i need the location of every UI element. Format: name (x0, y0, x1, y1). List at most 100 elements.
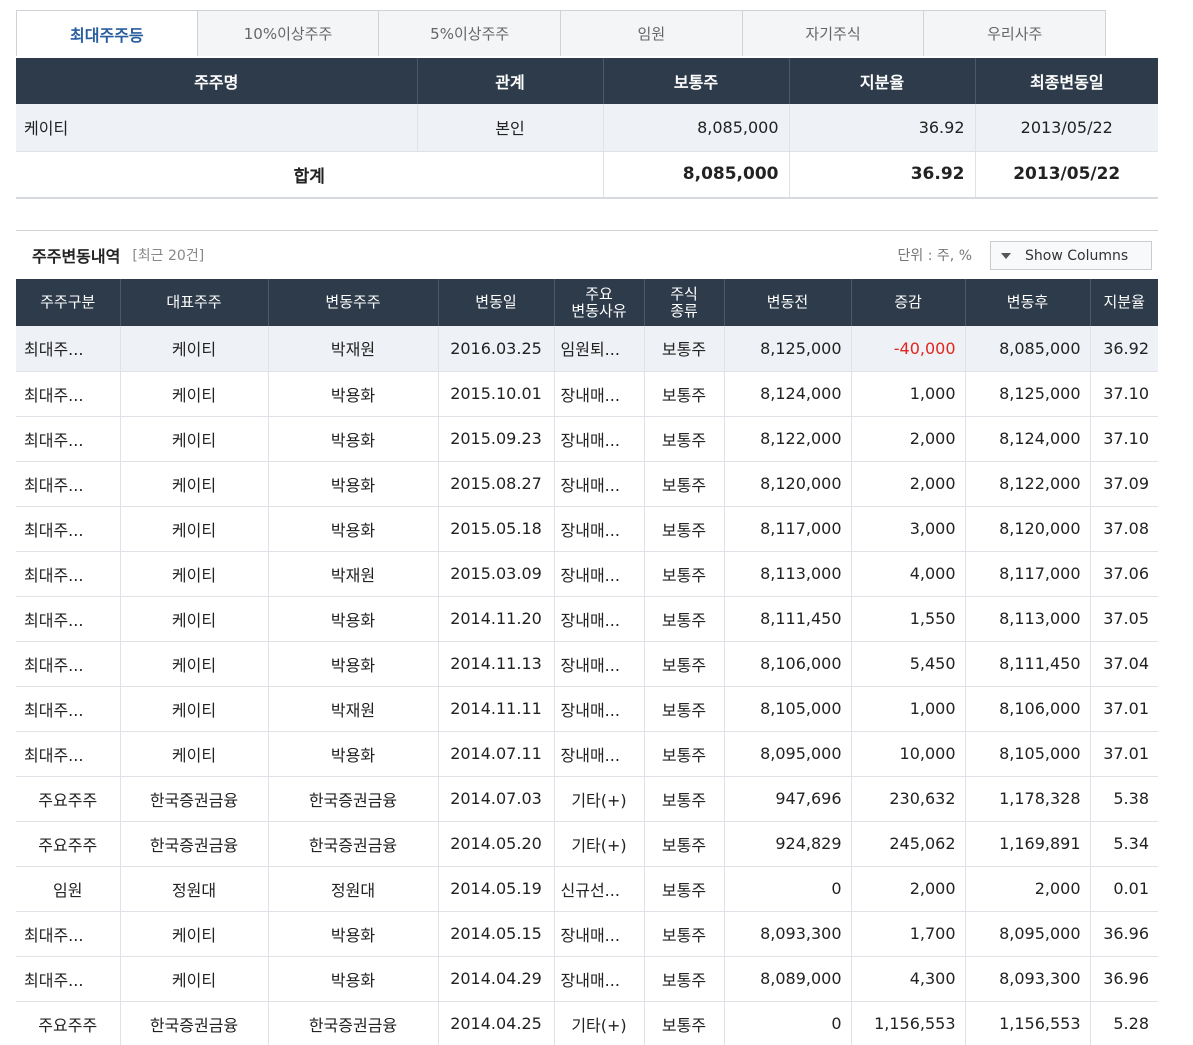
total-date: 2013/05/22 (974, 151, 1158, 199)
change-reason: 장내매... (553, 731, 644, 777)
shares-after: 1,178,328 (964, 775, 1090, 822)
ratio: 37.05 (1089, 596, 1158, 642)
shares-after: 1,156,553 (964, 1001, 1090, 1045)
change-reason: 장내매... (553, 371, 644, 417)
shares-delta: 1,550 (850, 596, 965, 642)
shareholder-type: 주요주주 (16, 821, 120, 867)
stock-type: 보통주 (643, 416, 724, 462)
stock-type: 보통주 (643, 461, 724, 507)
stock-type: 보통주 (643, 371, 724, 417)
changes-header-row: 주주구분 대표주주 변동주주 변동일 주요 변동사유 주식 종류 변동전 증감 변동후 지분율 (16, 279, 1158, 326)
tab-employee-stock[interactable]: 우리사주 (924, 10, 1107, 56)
changed-holder: 박용화 (267, 641, 438, 687)
stock-type: 보통주 (643, 506, 724, 552)
shares-before: 0 (723, 1001, 851, 1045)
change-date: 2014.04.29 (437, 956, 554, 1002)
ratio: 37.01 (1089, 686, 1158, 732)
shares-delta: 4,000 (850, 550, 965, 597)
relation: 본인 (416, 104, 603, 152)
ratio: 36.92 (1089, 326, 1158, 372)
changed-holder: 박재원 (267, 686, 438, 732)
table-row: 주요주주 한국증권금융 한국증권금융 2014.05.20 기타(+) 보통주 924,82… (16, 821, 1158, 867)
shareholder-type: 최대주... (16, 686, 120, 732)
changed-holder: 한국증권금융 (267, 775, 438, 822)
shareholder-type: 최대주... (16, 326, 120, 372)
total-ratio: 36.92 (788, 151, 975, 199)
shares-after: 2,000 (964, 866, 1090, 912)
table-row: 최대주... 케이티 박용화 2015.09.23 장내매... 보통주 8,122,000… (16, 416, 1158, 462)
shareholder-type: 최대주... (16, 416, 120, 462)
last-change-date: 2013/05/22 (974, 104, 1158, 152)
ratio: 37.10 (1089, 416, 1158, 462)
change-reason: 기타(+) (553, 775, 644, 822)
representative: 케이티 (119, 371, 268, 417)
tab-treasury-stock[interactable]: 자기주식 (742, 10, 925, 56)
recent-count: [최근 20건] (132, 247, 205, 264)
change-reason: 장내매... (553, 956, 644, 1002)
tab-major-shareholders[interactable]: 최대주주등 (16, 10, 198, 56)
shares-before: 0 (723, 866, 851, 912)
representative: 한국증권금융 (119, 1001, 268, 1045)
shareholder-type: 최대주... (16, 596, 120, 642)
shares-delta: 230,632 (850, 775, 965, 822)
representative: 한국증권금융 (119, 821, 268, 867)
shares-before: 8,111,450 (723, 596, 851, 642)
shares-before: 8,124,000 (723, 371, 851, 417)
representative: 케이티 (119, 416, 268, 462)
ratio: 37.08 (1089, 506, 1158, 552)
representative: 케이티 (119, 506, 268, 552)
tab-10pct-shareholders[interactable]: 10%이상주주 (197, 10, 380, 56)
col-shareholder-type: 주주구분 (16, 279, 120, 326)
shares-after: 8,111,450 (964, 641, 1090, 687)
shareholder-type: 최대주... (16, 550, 120, 597)
table-row: 최대주... 케이티 박용화 2014.11.13 장내매... 보통주 8,106,000… (16, 641, 1158, 687)
table-row: 최대주... 케이티 박용화 2014.11.20 장내매... 보통주 8,111,450… (16, 596, 1158, 642)
caret-down-icon (1001, 252, 1011, 259)
shareholder-type: 주요주주 (16, 775, 120, 822)
shareholder-changes-table: 주주구분 대표주주 변동주주 변동일 주요 변동사유 주식 종류 변동전 증감 변동후 지분율 최… (16, 279, 1158, 1045)
shares-before: 8,113,000 (723, 550, 851, 597)
ratio: 5.34 (1089, 821, 1158, 867)
changed-holder: 박용화 (267, 596, 438, 642)
tab-5pct-shareholders[interactable]: 5%이상주주 (379, 10, 562, 56)
change-date: 2014.04.25 (437, 1001, 554, 1045)
table-row: 최대주... 케이티 박용화 2014.05.15 장내매... 보통주 8,093,300… (16, 911, 1158, 957)
shares-after: 8,125,000 (964, 371, 1090, 417)
col-representative: 대표주주 (119, 279, 268, 326)
tab-executives[interactable]: 임원 (561, 10, 743, 56)
table-row: 임원 정원대 정원대 2014.05.19 신규선... 보통주 0 2,000 2,000 0.… (16, 866, 1158, 912)
shares-after: 8,117,000 (964, 550, 1090, 597)
col-change-reason: 주요 변동사유 (553, 279, 644, 326)
section-title: 주주변동내역 (32, 246, 121, 266)
shares-delta: 245,062 (850, 821, 965, 867)
change-reason: 장내매... (553, 506, 644, 552)
change-date: 2014.07.11 (437, 731, 554, 777)
shares-after: 8,095,000 (964, 911, 1090, 957)
change-date: 2016.03.25 (437, 326, 554, 372)
shares-before: 947,696 (723, 775, 851, 822)
show-columns-button[interactable]: Show Columns (990, 241, 1152, 270)
ratio: 36.96 (1089, 956, 1158, 1002)
shareholder-name: 케이티 (16, 104, 417, 152)
ratio: 37.04 (1089, 641, 1158, 687)
change-date: 2015.08.27 (437, 461, 554, 507)
changed-holder: 박재원 (267, 326, 438, 372)
change-date: 2014.07.03 (437, 775, 554, 822)
change-reason: 장내매... (553, 686, 644, 732)
representative: 케이티 (119, 731, 268, 777)
ratio: 5.38 (1089, 775, 1158, 822)
representative: 정원대 (119, 866, 268, 912)
stock-type: 보통주 (643, 866, 724, 912)
shares-delta: 1,156,553 (850, 1001, 965, 1045)
change-date: 2014.05.20 (437, 821, 554, 867)
table-row: 주요주주 한국증권금융 한국증권금융 2014.04.25 기타(+) 보통주 0 1,156… (16, 1001, 1158, 1045)
shareholder-type: 최대주... (16, 641, 120, 687)
stock-type: 보통주 (643, 956, 724, 1002)
change-reason: 장내매... (553, 911, 644, 957)
shares-delta: 2,000 (850, 866, 965, 912)
representative: 케이티 (119, 550, 268, 597)
shares-after: 8,113,000 (964, 596, 1090, 642)
shares-before: 8,105,000 (723, 686, 851, 732)
changed-holder: 박용화 (267, 506, 438, 552)
shares-before: 8,122,000 (723, 416, 851, 462)
